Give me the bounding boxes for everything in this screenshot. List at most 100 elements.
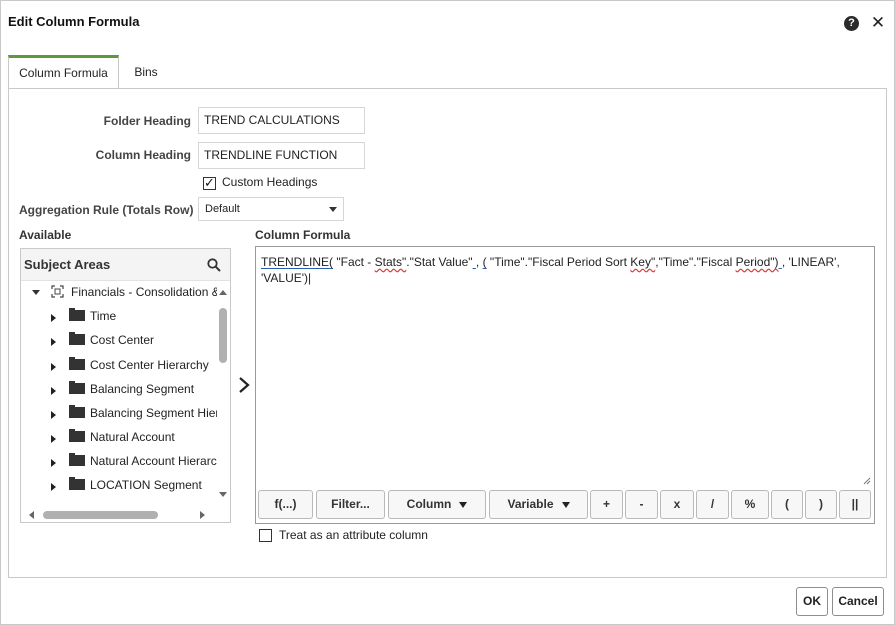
custom-headings-checkbox[interactable] (203, 175, 216, 191)
formula-token: Key" (630, 255, 656, 269)
open-paren-button[interactable]: ( (771, 490, 803, 519)
variable-dropdown-button[interactable]: Variable (489, 490, 588, 519)
tree-vertical-scrollbar[interactable] (217, 282, 230, 506)
formula-text[interactable]: TRENDLINE( "Fact - Stats"."Stat Value" ,… (261, 254, 851, 286)
expand-right-icon[interactable] (51, 411, 56, 419)
edit-column-formula-dialog: Edit Column Formula ? ✕ Column Formula B… (0, 0, 895, 625)
formula-token: "Fact - (333, 255, 375, 269)
close-paren-label: ) (819, 497, 823, 511)
folder-heading-input[interactable]: TREND CALCULATIONS (198, 107, 365, 134)
minus-button[interactable]: - (625, 490, 658, 519)
tree-item-natural-account-hierarchy[interactable]: Natural Account Hierarc (21, 451, 217, 475)
scroll-right-icon[interactable] (200, 511, 205, 519)
plus-label: + (602, 497, 610, 511)
expand-down-icon[interactable] (32, 290, 40, 295)
variable-dropdown-label: Variable (507, 497, 554, 511)
tree-item-label: Time (90, 309, 117, 323)
column-heading-label: Column Heading (95, 148, 191, 162)
tree-horizontal-scrollbar[interactable] (21, 507, 230, 522)
custom-headings-label: Custom Headings (222, 175, 318, 189)
filter-button-label: Filter... (331, 497, 370, 511)
scroll-left-icon[interactable] (29, 511, 34, 519)
tree-item-time[interactable]: Time (21, 306, 217, 330)
scroll-up-icon[interactable] (219, 290, 227, 295)
multiply-button[interactable]: x (660, 490, 694, 519)
formula-toolbar: f(...) Filter... Column Variable + - x /… (258, 490, 872, 520)
folder-icon (69, 332, 85, 345)
subject-areas-panel: Subject Areas Financials - Consolidation… (20, 248, 231, 523)
concat-button[interactable]: || (839, 490, 871, 519)
expand-right-icon[interactable] (51, 387, 56, 395)
plus-button[interactable]: + (590, 490, 623, 519)
aggregation-rule-label: Aggregation Rule (Totals Row) (19, 203, 194, 217)
resize-grip-icon[interactable] (863, 477, 871, 485)
expand-right-icon[interactable] (51, 435, 56, 443)
subject-area-icon (51, 285, 64, 298)
function-button[interactable]: f(...) (258, 490, 313, 519)
expand-right-icon[interactable] (51, 483, 56, 491)
concat-label: || (851, 497, 859, 511)
formula-token: , (475, 255, 483, 269)
tab-bins[interactable]: Bins (126, 55, 166, 89)
close-paren-button[interactable]: ) (805, 490, 837, 519)
percent-button[interactable]: % (731, 490, 769, 519)
search-icon[interactable] (207, 258, 221, 272)
minus-label: - (639, 497, 644, 511)
tree-item-label: LOCATION Segment (90, 478, 202, 492)
column-dropdown-button[interactable]: Column (388, 490, 486, 519)
tree-item-cost-center-hierarchy[interactable]: Cost Center Hierarchy (21, 355, 217, 379)
column-formula-editor[interactable]: TRENDLINE( "Fact - Stats"."Stat Value" ,… (255, 246, 875, 524)
cancel-button[interactable]: Cancel (832, 587, 884, 616)
multiply-label: x (673, 497, 681, 511)
formula-token: ."Stat Value" (406, 255, 473, 269)
dialog-title: Edit Column Formula (8, 14, 140, 29)
tree-item-location-segment[interactable]: LOCATION Segment (21, 475, 217, 499)
formula-token: TRENDLINE( (261, 255, 334, 269)
ok-button[interactable]: OK (796, 587, 828, 616)
formula-token: Period") (735, 255, 779, 269)
expand-right-icon[interactable] (51, 459, 56, 467)
folder-icon (69, 381, 85, 394)
scrollbar-thumb[interactable] (43, 511, 158, 519)
help-icon[interactable]: ? (844, 16, 859, 31)
expand-right-icon[interactable] (51, 363, 56, 371)
divide-button[interactable]: / (696, 490, 729, 519)
folder-heading-label: Folder Heading (103, 114, 191, 128)
chevron-right-icon[interactable] (237, 376, 251, 394)
divide-label: / (710, 497, 715, 511)
tree-item-balancing-segment[interactable]: Balancing Segment (21, 379, 217, 403)
folder-icon (69, 453, 85, 466)
scroll-down-icon[interactable] (219, 492, 227, 497)
available-label: Available (19, 228, 72, 242)
folder-icon (69, 405, 85, 418)
treat-as-attribute-label: Treat as an attribute column (279, 528, 428, 542)
filter-button[interactable]: Filter... (316, 490, 385, 519)
folder-icon (69, 308, 85, 321)
aggregation-rule-value: Default (205, 203, 240, 215)
formula-token: ,"Time"."Fiscal (655, 255, 736, 269)
tree-item-label: Financials - Consolidation & (71, 285, 217, 299)
treat-as-attribute-checkbox[interactable] (259, 529, 272, 542)
tree-item-label: Cost Center Hierarchy (90, 358, 209, 372)
tab-column-formula[interactable]: Column Formula (8, 55, 119, 89)
tree-item-label: Natural Account (90, 430, 175, 444)
tree-item-label: Cost Center (90, 333, 155, 347)
tree-item-cost-center[interactable]: Cost Center (21, 330, 217, 354)
close-icon[interactable]: ✕ (869, 13, 887, 33)
tree-item-financials[interactable]: Financials - Consolidation & (21, 282, 217, 306)
formula-token: Stats" (374, 255, 407, 269)
aggregation-rule-select[interactable]: Default (198, 197, 344, 221)
tree-item-natural-account[interactable]: Natural Account (21, 427, 217, 451)
tree-item-label: Balancing Segment (90, 382, 195, 396)
tree-item-label: Balancing Segment Hier (90, 406, 217, 420)
formula-token: "Time"."Fiscal Period Sort (486, 255, 631, 269)
column-dropdown-label: Column (406, 497, 452, 511)
column-heading-input[interactable]: TRENDLINE FUNCTION (198, 142, 365, 169)
tree-item-balancing-segment-hierarchy[interactable]: Balancing Segment Hier (21, 403, 217, 427)
expand-right-icon[interactable] (51, 314, 56, 322)
expand-right-icon[interactable] (51, 338, 56, 346)
tree-item-label: Natural Account Hierarc (90, 454, 217, 468)
subject-areas-header: Subject Areas (21, 249, 230, 281)
scrollbar-thumb[interactable] (219, 308, 227, 363)
column-formula-label: Column Formula (255, 228, 351, 242)
